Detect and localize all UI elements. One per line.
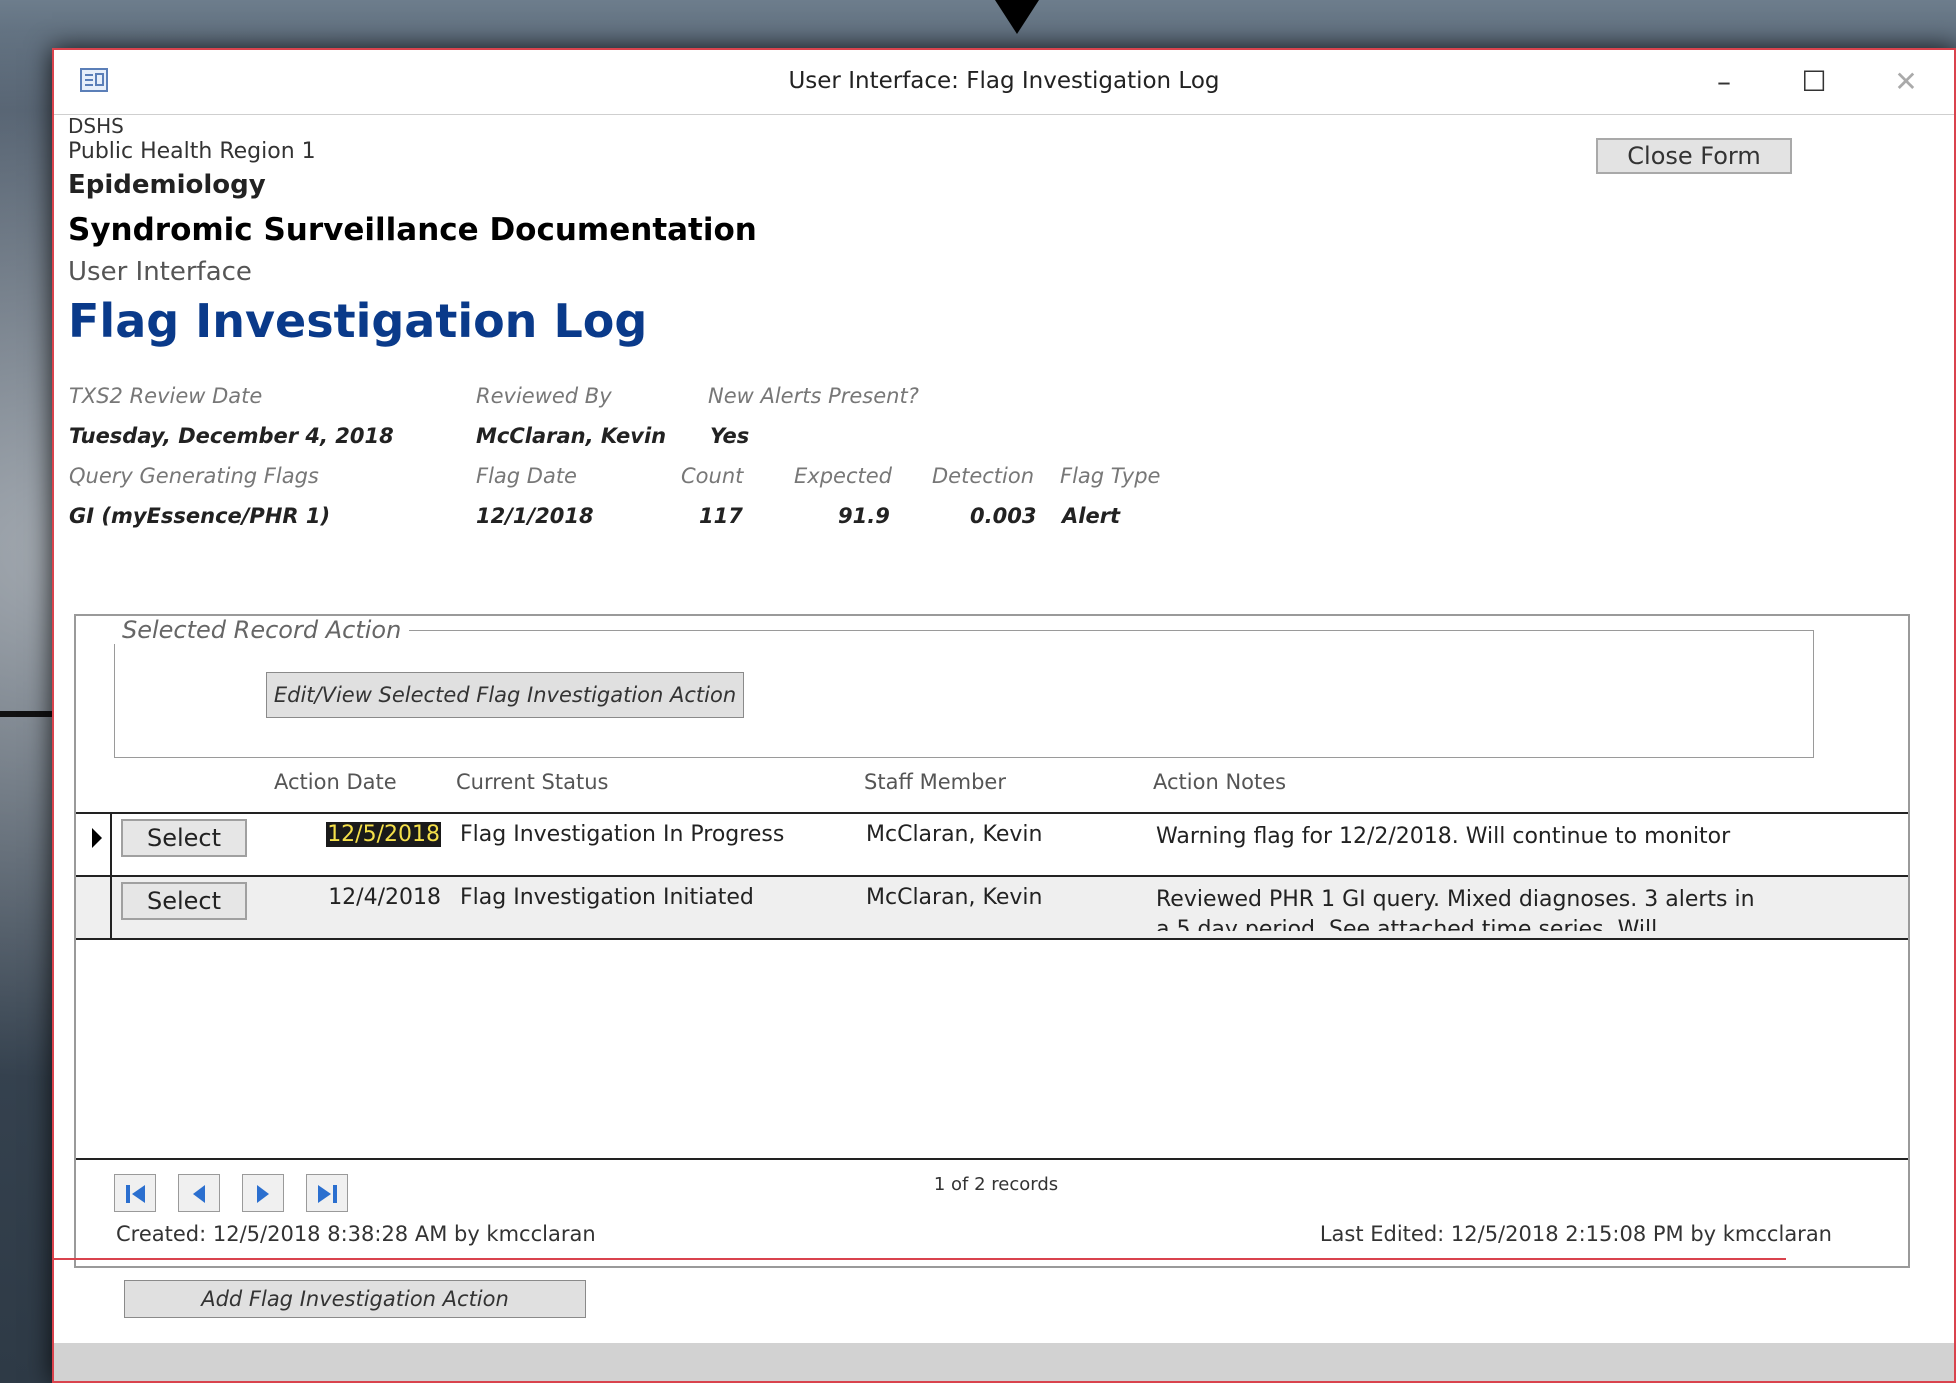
count-value: 117 — [699, 504, 743, 528]
maximize-button[interactable]: ☐ — [1784, 64, 1844, 100]
select-button[interactable]: Select — [121, 819, 247, 857]
flag-date-label: Flag Date — [476, 464, 577, 488]
connector-arrow — [995, 0, 1039, 34]
next-record-button[interactable] — [242, 1174, 284, 1212]
action-notes-cell[interactable]: Warning flag for 12/2/2018. Will continu… — [1156, 822, 1756, 868]
last-edited-info: Last Edited: 12/5/2018 2:15:08 PM by kmc… — [1319, 1222, 1832, 1246]
investigation-actions-subform: Selected Record Action Edit/View Selecte… — [74, 614, 1910, 1268]
flag-type-label: Flag Type — [1060, 464, 1161, 488]
connector-line — [0, 711, 52, 717]
section-label: User Interface — [68, 257, 252, 287]
close-window-button[interactable]: ✕ — [1876, 64, 1936, 100]
next-record-icon — [257, 1185, 269, 1203]
column-header-action-notes: Action Notes — [1153, 770, 1287, 794]
created-info: Created: 12/5/2018 8:38:28 AM by kmcclar… — [116, 1222, 596, 1246]
select-button[interactable]: Select — [121, 882, 247, 920]
last-record-icon — [318, 1185, 337, 1203]
action-date-cell[interactable]: 12/5/2018 — [286, 822, 441, 847]
detection-value: 0.003 — [970, 504, 1037, 528]
query-label: Query Generating Flags — [69, 464, 319, 488]
reviewed-by-label: Reviewed By — [476, 384, 612, 408]
action-date-value: 12/5/2018 — [326, 822, 441, 847]
window-title: User Interface: Flag Investigation Log — [788, 68, 1220, 94]
expected-label: Expected — [794, 464, 892, 488]
flag-date-value: 12/1/2018 — [476, 504, 594, 528]
column-header-staff-member: Staff Member — [864, 770, 1006, 794]
previous-record-icon — [193, 1185, 205, 1203]
current-status-cell[interactable]: Flag Investigation In Progress — [460, 822, 840, 847]
action-date-cell[interactable]: 12/4/2018 — [286, 885, 441, 910]
action-notes-cell[interactable]: Reviewed PHR 1 GI query. Mixed diagnoses… — [1156, 885, 1756, 931]
table-row[interactable]: Select 12/5/2018 Flag Investigation In P… — [76, 812, 1908, 875]
form-divider — [54, 1258, 1786, 1260]
flag-type-value: Alert — [1062, 504, 1121, 528]
table-row[interactable]: Select 12/4/2018 Flag Investigation Init… — [76, 875, 1908, 940]
current-record-arrow-icon — [92, 828, 102, 848]
org-label: DSHS — [68, 114, 124, 138]
region-label: Public Health Region 1 — [68, 139, 316, 164]
column-header-action-date: Action Date — [274, 770, 397, 794]
first-record-button[interactable] — [114, 1174, 156, 1212]
count-label: Count — [681, 464, 744, 488]
review-date-value: Tuesday, December 4, 2018 — [69, 424, 394, 448]
add-action-button[interactable]: Add Flag Investigation Action — [124, 1280, 586, 1318]
column-header-current-status: Current Status — [456, 770, 609, 794]
new-alerts-value: Yes — [710, 424, 750, 448]
review-date-label: TXS2 Review Date — [69, 384, 263, 408]
record-count: 1 of 2 records — [933, 1174, 1059, 1195]
last-record-button[interactable] — [306, 1174, 348, 1212]
page-title: Flag Investigation Log — [68, 294, 648, 348]
first-record-icon — [126, 1185, 145, 1203]
status-bar — [54, 1343, 1954, 1381]
record-selector[interactable] — [76, 814, 112, 875]
expected-value: 91.9 — [838, 504, 890, 528]
staff-member-cell[interactable]: McClaran, Kevin — [866, 885, 1116, 910]
new-alerts-label: New Alerts Present? — [708, 384, 919, 408]
record-selector[interactable] — [76, 877, 112, 938]
close-form-button[interactable]: Close Form — [1596, 138, 1792, 174]
minimize-button[interactable]: – — [1694, 64, 1754, 100]
query-value: GI (myEssence/PHR 1) — [69, 504, 331, 528]
navigation-divider — [76, 1158, 1908, 1160]
staff-member-cell[interactable]: McClaran, Kevin — [866, 822, 1116, 847]
previous-record-button[interactable] — [178, 1174, 220, 1212]
reviewed-by-value: McClaran, Kevin — [476, 424, 667, 448]
form-window: User Interface: Flag Investigation Log –… — [52, 48, 1956, 1383]
system-title: Syndromic Surveillance Documentation — [68, 212, 757, 248]
detection-label: Detection — [932, 464, 1035, 488]
current-status-cell[interactable]: Flag Investigation Initiated — [460, 885, 840, 910]
title-bar[interactable]: User Interface: Flag Investigation Log –… — [54, 50, 1954, 115]
dept-label: Epidemiology — [68, 170, 266, 200]
edit-view-action-button[interactable]: Edit/View Selected Flag Investigation Ac… — [266, 672, 744, 718]
selected-record-group-title: Selected Record Action — [114, 616, 410, 644]
